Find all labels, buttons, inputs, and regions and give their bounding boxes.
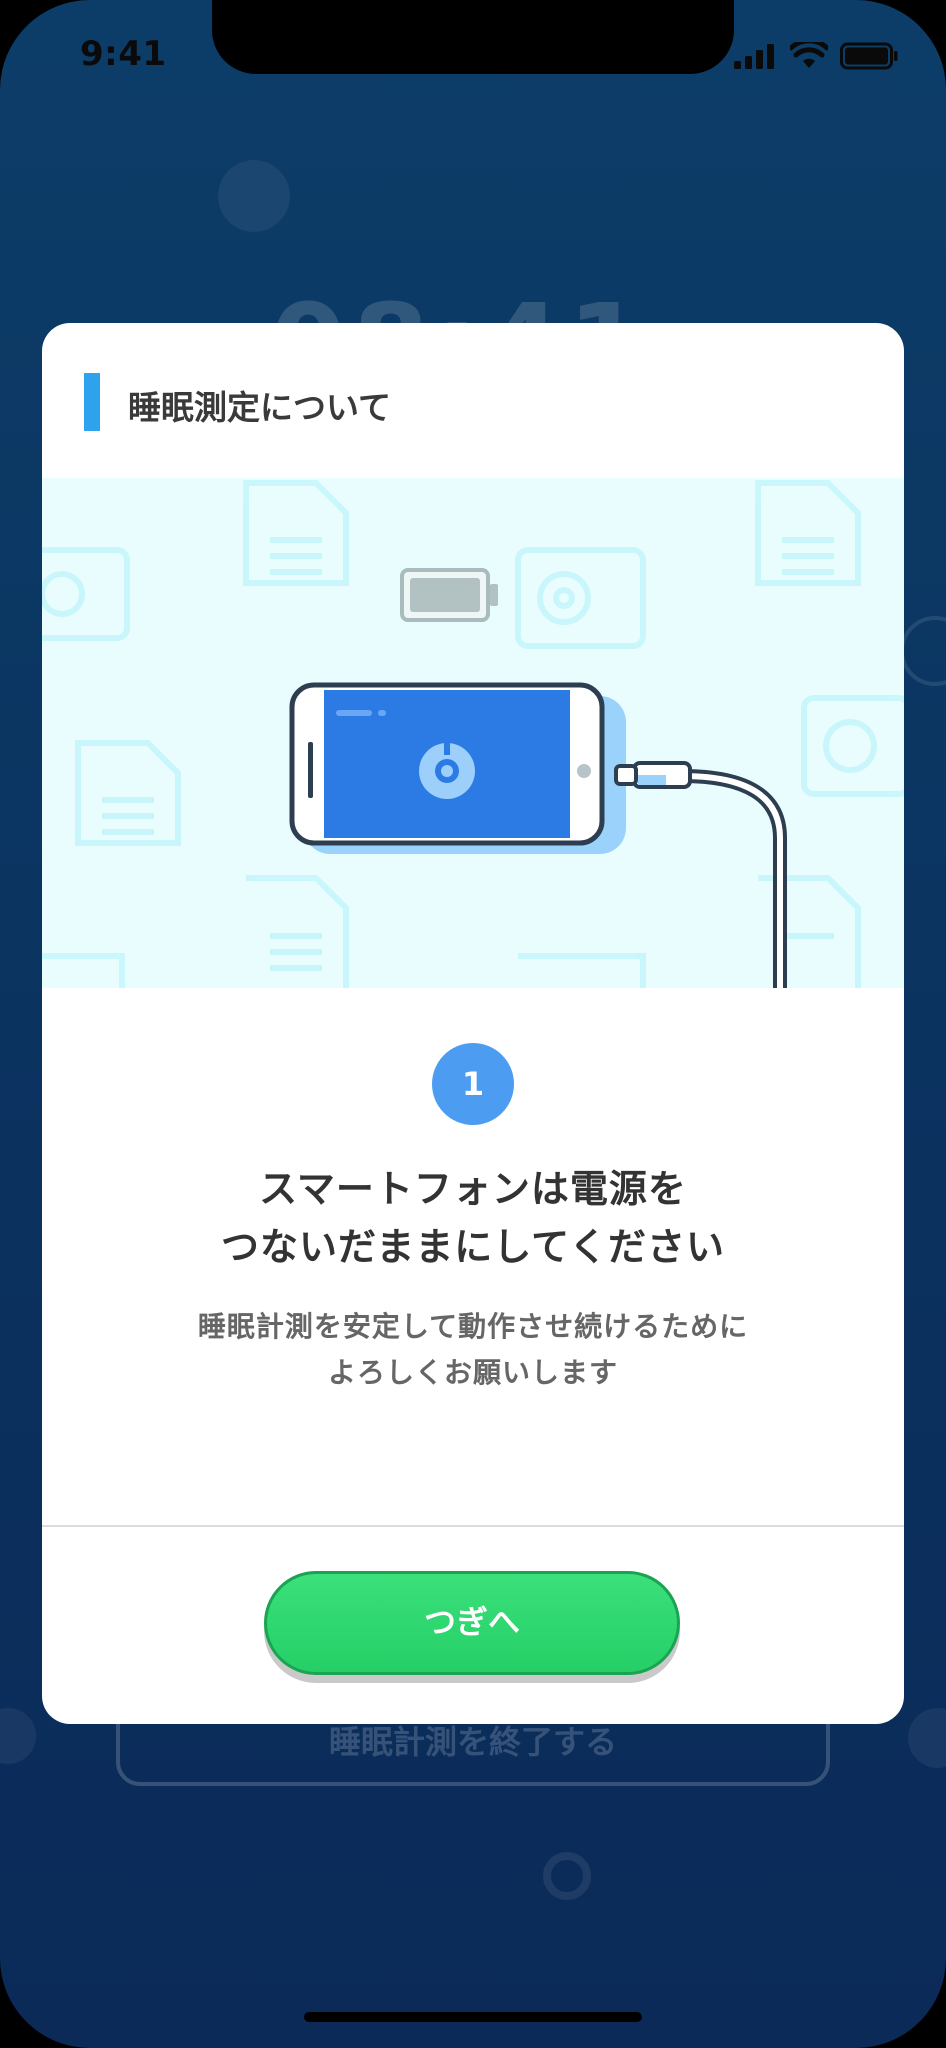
battery-level-icon <box>400 568 498 622</box>
background-decoration <box>900 616 946 686</box>
headline-line-1: スマートフォンは電源を <box>259 1167 687 1211</box>
status-icons <box>734 42 898 70</box>
divider <box>42 1525 904 1527</box>
wifi-icon <box>790 42 828 68</box>
signal-icon <box>734 44 774 69</box>
background-decoration <box>908 1708 946 1768</box>
status-time: 9:41 <box>80 34 167 74</box>
header-accent-bar <box>84 373 100 431</box>
headline-line-2: つないだままにしてください <box>221 1225 725 1269</box>
device-notch <box>212 0 734 74</box>
smartphone-icon <box>289 682 626 854</box>
background-decoration <box>543 1852 591 1900</box>
app-logo-icon <box>419 743 475 799</box>
battery-icon <box>840 42 898 70</box>
illustration-svg <box>42 480 904 988</box>
subtext-line-1: 睡眠計測を安定して動作させ続けるために <box>197 1310 749 1343</box>
modal-header: 睡眠測定について <box>42 323 904 478</box>
home-indicator[interactable] <box>304 2012 642 2022</box>
sleep-measurement-modal: 睡眠測定について 1 スマートフォンは電源を つないだままにしてください 睡眠計… <box>42 323 904 1724</box>
background-decoration <box>0 1708 36 1764</box>
device-screen: 08:41 睡眠計測を終了する 9:41 睡眠測定について <box>0 0 946 2048</box>
step-number-badge: 1 <box>432 1043 514 1125</box>
charging-illustration <box>42 478 904 988</box>
next-button[interactable]: つぎへ <box>264 1571 680 1675</box>
subtext-line-2: よろしくお願いします <box>327 1356 618 1389</box>
modal-title: 睡眠測定について <box>128 388 392 427</box>
background-decoration <box>218 160 290 232</box>
